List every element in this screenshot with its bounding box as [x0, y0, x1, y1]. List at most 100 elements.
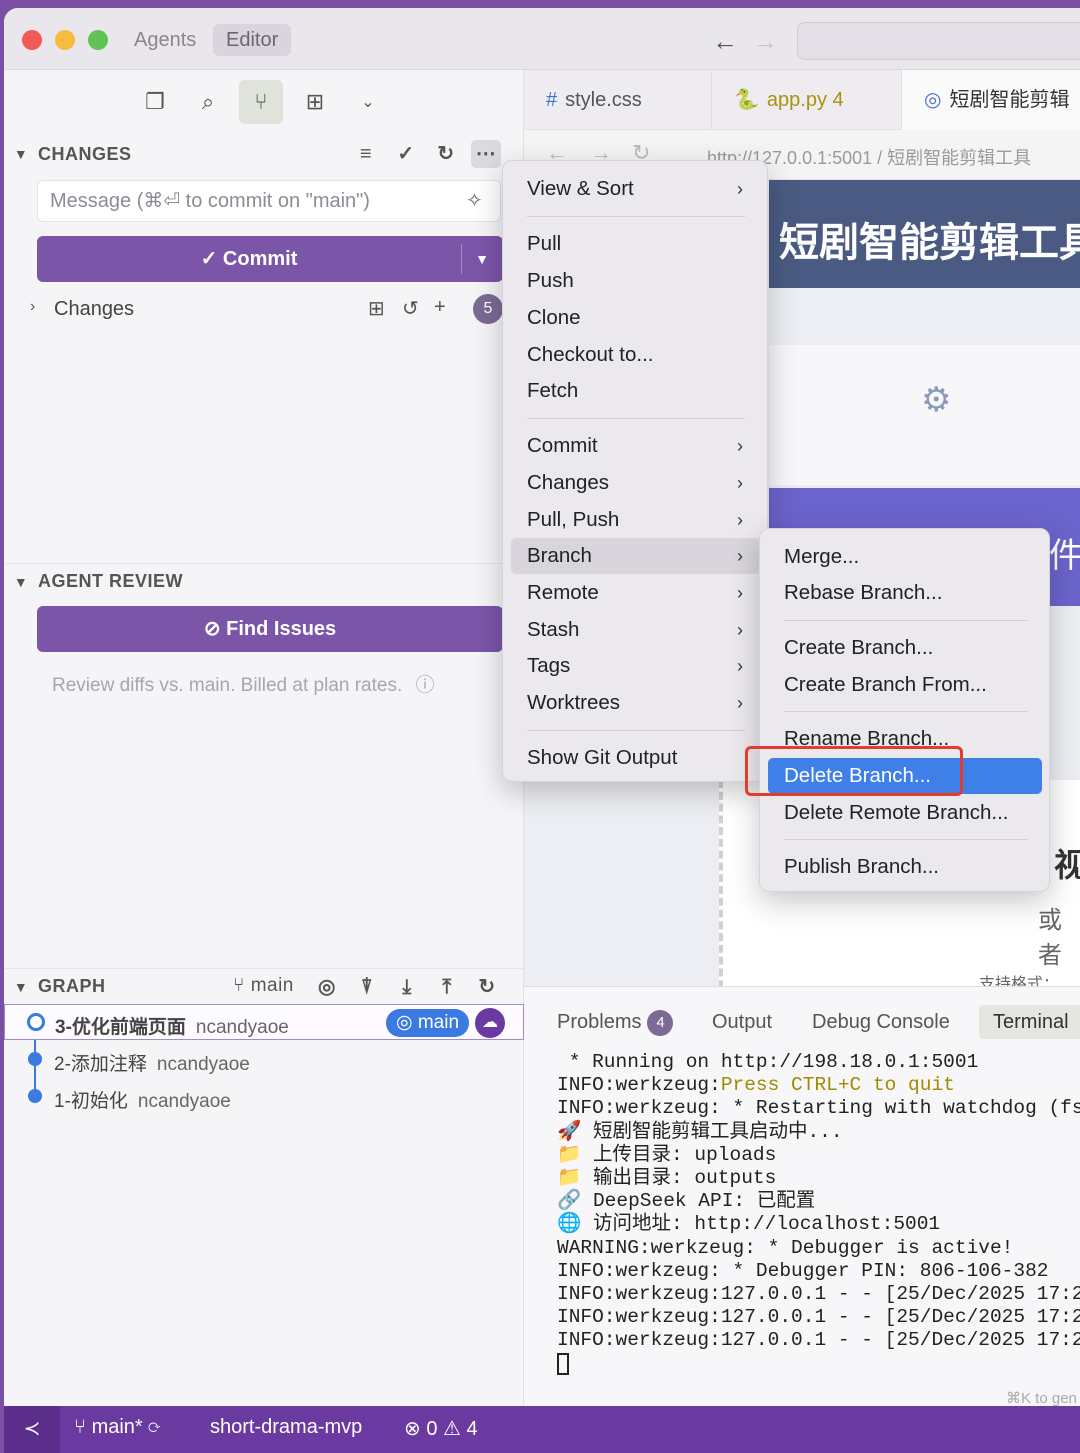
- menu-item-publish-branch[interactable]: Publish Branch...: [768, 849, 1042, 885]
- menu-item-clone[interactable]: Clone: [511, 300, 761, 336]
- menu-item-stash[interactable]: Stash ›: [511, 612, 761, 648]
- graph-section-header[interactable]: ▼ GRAPH ⑂ main ◎ ⍒ ⤓ ⤒ ↻: [4, 968, 524, 1004]
- help-icon[interactable]: ⓘ: [416, 675, 435, 696]
- tab-problem-count: 4: [832, 89, 844, 111]
- back-arrow-icon[interactable]: ←: [712, 26, 738, 57]
- search-icon[interactable]: ⌕: [186, 80, 230, 124]
- terminal-line: * Running on http://198.18.0.1:5001: [557, 1051, 979, 1073]
- push-icon[interactable]: ⤒: [432, 973, 462, 1001]
- menu-item-view-sort[interactable]: View & Sort ›: [511, 171, 761, 207]
- chevron-down-icon: ▼: [13, 146, 29, 162]
- tab-agents[interactable]: Agents: [121, 24, 209, 56]
- find-issues-button[interactable]: ⊘ Find Issues: [37, 606, 503, 652]
- terminal-output[interactable]: * Running on http://198.18.0.1:5001 INFO:…: [557, 1051, 1080, 1376]
- graph-commit-row[interactable]: 3-优化前端页面 ncandyaoe ◎ main ☁: [4, 1004, 524, 1040]
- menu-separator: [784, 839, 1028, 840]
- more-actions-icon[interactable]: ⋯: [471, 140, 501, 168]
- status-project[interactable]: short-drama-mvp: [210, 1416, 362, 1439]
- chevron-down-icon: ▼: [13, 573, 29, 590]
- remote-indicator-icon[interactable]: ≺: [4, 1406, 60, 1453]
- graph-commit-row[interactable]: 1-初始化 ncandyaoe: [4, 1079, 524, 1115]
- discard-icon[interactable]: ↺: [402, 296, 419, 321]
- css-file-icon: #: [546, 89, 558, 111]
- commit-node: [27, 1013, 45, 1031]
- menu-item-worktrees[interactable]: Worktrees ›: [511, 685, 761, 721]
- menu-item-rebase-branch[interactable]: Rebase Branch...: [768, 575, 1042, 611]
- forward-arrow-icon[interactable]: →: [752, 26, 778, 57]
- tab-browser-preview[interactable]: ◎ 短剧智能剪辑: [902, 70, 1080, 130]
- tab-debug-console[interactable]: Debug Console: [812, 1005, 950, 1039]
- menu-item-remote[interactable]: Remote ›: [511, 575, 761, 611]
- menu-item-push[interactable]: Push: [511, 263, 761, 299]
- terminal-line: INFO:werkzeug:127.0.0.1 - - [25/Dec/2025…: [557, 1283, 1080, 1306]
- menu-item-create-branch[interactable]: Create Branch...: [768, 630, 1042, 666]
- git-actions-menu: View & Sort › Pull Push Clone Checkout to…: [502, 160, 768, 782]
- chevron-right-icon: ›: [737, 620, 743, 640]
- branch-submenu: Merge... Rebase Branch... Create Branch.…: [759, 528, 1050, 892]
- files-icon[interactable]: ❐: [133, 80, 177, 124]
- changes-group[interactable]: › Changes ⊞ ↺ + 5: [4, 290, 524, 328]
- terminal-line: INFO:werkzeug:127.0.0.1 - - [25/Dec/2025…: [557, 1329, 1080, 1352]
- menu-item-pull-push[interactable]: Pull, Push ›: [511, 502, 761, 538]
- agent-review-section-header[interactable]: ▼ AGENT REVIEW: [4, 563, 524, 599]
- stage-all-icon[interactable]: +: [434, 296, 446, 319]
- tab-app-py[interactable]: 🐍 app.py 4: [712, 70, 902, 130]
- pull-icon[interactable]: ⤓: [392, 973, 422, 1001]
- minimize-window-button[interactable]: [55, 30, 75, 50]
- fetch-icon[interactable]: ⍒: [352, 973, 382, 1001]
- changes-section-header[interactable]: ▼ CHANGES ≡ ✓ ↻ ⋯: [4, 136, 524, 172]
- view-as-list-icon[interactable]: ≡: [351, 140, 381, 168]
- terminal-line: 🚀 短剧智能剪辑工具启动中...: [557, 1120, 843, 1143]
- sparkle-icon[interactable]: ✧: [466, 188, 483, 213]
- status-branch[interactable]: ⑂ main* ⟳: [74, 1416, 160, 1439]
- menu-item-checkout[interactable]: Checkout to...: [511, 337, 761, 373]
- chevron-right-icon: ›: [737, 473, 743, 493]
- menu-separator: [527, 216, 745, 217]
- menu-item-show-git-output[interactable]: Show Git Output: [511, 740, 761, 776]
- source-control-icon[interactable]: ⑂: [239, 80, 283, 124]
- menu-item-changes[interactable]: Changes ›: [511, 465, 761, 501]
- commit-message-input[interactable]: Message (⌘⏎ to commit on "main"): [37, 180, 501, 222]
- commit-button-label: ✓ Commit: [200, 248, 298, 270]
- menu-item-pull[interactable]: Pull: [511, 226, 761, 262]
- menu-item-fetch[interactable]: Fetch: [511, 373, 761, 409]
- menu-item-rename-branch[interactable]: Rename Branch...: [768, 721, 1042, 757]
- tab-output[interactable]: Output: [712, 1005, 772, 1039]
- tab-style-css[interactable]: # style.css: [524, 70, 712, 130]
- menu-item-delete-remote-branch[interactable]: Delete Remote Branch...: [768, 795, 1042, 831]
- command-center[interactable]: [797, 22, 1080, 60]
- commit-button[interactable]: ✓ Commit ▼: [37, 236, 503, 282]
- graph-branch-label[interactable]: ⑂ main: [233, 975, 294, 997]
- chevron-down-icon[interactable]: ▼: [461, 236, 503, 282]
- editor-tabs: # style.css 🐍 app.py 4 ◎ 短剧智能剪辑: [524, 70, 1080, 130]
- sync-icon: ⟳: [148, 1416, 161, 1438]
- menu-item-delete-branch[interactable]: Delete Branch...: [768, 758, 1042, 794]
- tab-editor[interactable]: Editor: [213, 24, 292, 56]
- bottom-panel: Problems 4 Output Debug Console Terminal …: [524, 986, 1080, 1407]
- error-icon: ⊗: [404, 1418, 427, 1440]
- zoom-window-button[interactable]: [88, 30, 108, 50]
- extensions-icon[interactable]: ⊞: [293, 80, 337, 124]
- refresh-icon[interactable]: ↻: [431, 140, 461, 168]
- menu-item-branch[interactable]: Branch ›: [511, 538, 761, 574]
- title-bar: Agents Editor ← →: [4, 8, 1080, 70]
- tab-problems[interactable]: Problems 4: [557, 1005, 674, 1039]
- refresh-icon[interactable]: ↻: [472, 973, 502, 1001]
- checkmark-icon[interactable]: ✓: [391, 140, 421, 168]
- terminal-line: WARNING:werkzeug: * Debugger is active!: [557, 1236, 1014, 1259]
- menu-item-tags[interactable]: Tags ›: [511, 648, 761, 684]
- chevron-down-icon[interactable]: ⌄: [346, 80, 390, 124]
- review-note: Review diffs vs. main. Billed at plan ra…: [52, 675, 435, 696]
- menu-item-create-branch-from[interactable]: Create Branch From...: [768, 667, 1042, 703]
- status-bar: ≺ ⑂ main* ⟳ short-drama-mvp ⊗ 0 ⚠ 4: [4, 1406, 1080, 1453]
- open-file-icon[interactable]: ⊞: [368, 296, 385, 321]
- status-problems[interactable]: ⊗ 0 ⚠ 4: [404, 1416, 478, 1441]
- menu-item-commit[interactable]: Commit ›: [511, 428, 761, 464]
- target-icon[interactable]: ◎: [312, 973, 342, 1001]
- tab-terminal[interactable]: Terminal: [979, 1005, 1080, 1039]
- close-window-button[interactable]: [22, 30, 42, 50]
- quit-hint: Press CTRL+C to quit: [720, 1074, 955, 1097]
- menu-item-merge[interactable]: Merge...: [768, 539, 1042, 575]
- cloud-icon: ☁: [475, 1008, 505, 1038]
- graph-commit-row[interactable]: 2-添加注释 ncandyaoe: [4, 1042, 524, 1078]
